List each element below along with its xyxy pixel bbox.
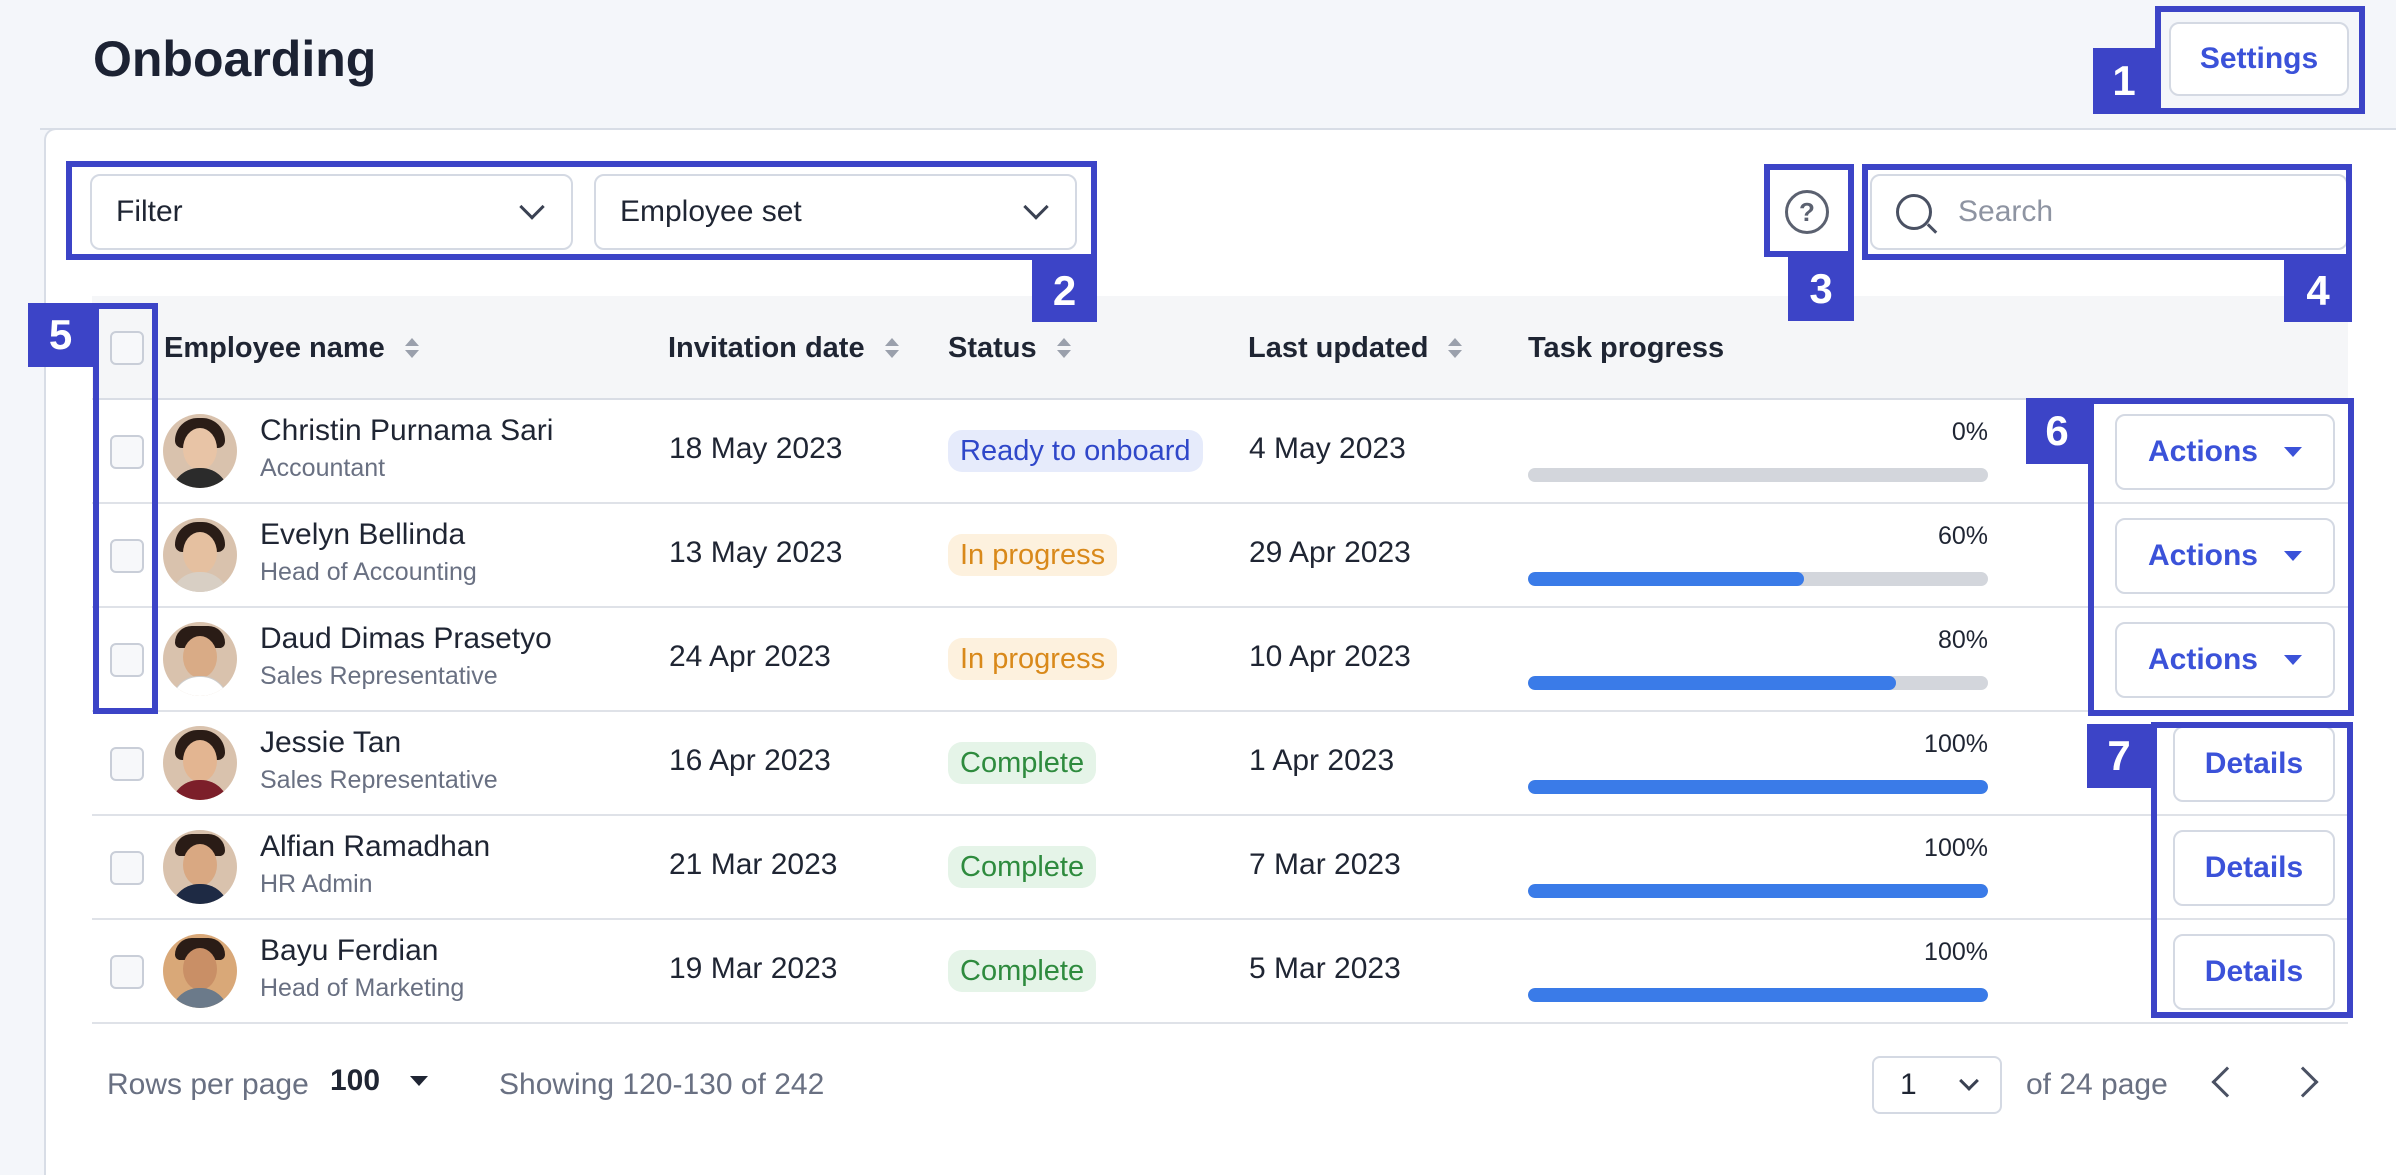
invitation-date: 21 Mar 2023 (669, 848, 838, 881)
progress-bar (1528, 572, 1988, 586)
rows-per-page-label: Rows per page (107, 1068, 309, 1101)
employee-role: Head of Accounting (260, 558, 477, 586)
status-badge: In progress (948, 534, 1118, 576)
annotation-label-6: 6 (2026, 398, 2088, 464)
row-checkbox[interactable] (110, 747, 144, 781)
annotation-box-6 (2088, 398, 2354, 716)
employee-role: Sales Representative (260, 662, 498, 690)
annotation-label-1: 1 (2093, 48, 2155, 114)
table-row: Jessie Tan Sales Representative 16 Apr 2… (92, 712, 2348, 816)
row-checkbox[interactable] (110, 851, 144, 885)
status-badge: In progress (948, 638, 1118, 680)
table-row: Alfian Ramadhan HR Admin 21 Mar 2023 Com… (92, 816, 2348, 920)
annotation-label-2: 2 (1032, 260, 1097, 322)
annotation-label-7: 7 (2087, 724, 2151, 788)
status-badge: Complete (948, 742, 1097, 784)
status-badge: Complete (948, 950, 1097, 992)
sort-icon[interactable] (1056, 338, 1071, 358)
avatar (163, 518, 237, 592)
employee-role: Sales Representative (260, 766, 498, 794)
last-updated: 29 Apr 2023 (1249, 536, 1411, 569)
page-count: of 24 page (2026, 1068, 2168, 1101)
employee-name[interactable]: Daud Dimas Prasetyo (260, 622, 552, 656)
invitation-date: 18 May 2023 (669, 432, 843, 465)
chevron-down-icon (1959, 1071, 1979, 1091)
avatar (163, 414, 237, 488)
page-select[interactable]: 1 (1872, 1056, 2002, 1114)
annotation-label-3: 3 (1788, 257, 1854, 321)
annotation-box-2 (66, 161, 1097, 260)
avatar (163, 726, 237, 800)
avatar (163, 622, 237, 696)
last-updated: 10 Apr 2023 (1249, 640, 1411, 673)
employee-role: Head of Marketing (260, 974, 465, 1002)
progress-percent: 60% (1937, 522, 1988, 550)
annotation-box-4 (1862, 164, 2352, 260)
employee-name[interactable]: Christin Purnama Sari (260, 414, 553, 448)
table-row: Christin Purnama Sari Accountant 18 May … (92, 400, 2348, 504)
progress-percent: 100% (1924, 938, 1988, 966)
rows-per-page-value: 100 (330, 1064, 381, 1097)
annotation-box-3 (1764, 164, 1854, 257)
annotation-box-7 (2151, 722, 2353, 1018)
column-last-updated[interactable]: Last updated (1248, 296, 1463, 400)
employee-role: HR Admin (260, 870, 373, 898)
caret-down-icon (410, 1076, 429, 1086)
status-badge: Ready to onboard (948, 430, 1203, 472)
progress-percent: 100% (1924, 834, 1988, 862)
invitation-date: 16 Apr 2023 (669, 744, 831, 777)
table-header: Employee name Invitation date Status Las… (92, 296, 2348, 400)
last-updated: 5 Mar 2023 (1249, 952, 1401, 985)
row-checkbox[interactable] (110, 955, 144, 989)
invitation-date: 19 Mar 2023 (669, 952, 838, 985)
employee-name[interactable]: Bayu Ferdian (260, 934, 438, 968)
progress-bar (1528, 780, 1988, 794)
avatar (163, 830, 237, 904)
last-updated: 7 Mar 2023 (1249, 848, 1401, 881)
progress-bar (1528, 468, 1988, 482)
column-task-progress: Task progress (1528, 331, 1725, 364)
employee-role: Accountant (260, 454, 386, 482)
progress-bar (1528, 988, 1988, 1002)
showing-count: Showing 120-130 of 242 (499, 1068, 825, 1101)
progress-percent: 0% (1951, 418, 1988, 446)
annotation-box-1 (2155, 6, 2365, 114)
employee-name[interactable]: Alfian Ramadhan (260, 830, 490, 864)
column-employee-name[interactable]: Employee name (164, 296, 419, 400)
sort-icon[interactable] (404, 338, 419, 358)
invitation-date: 13 May 2023 (669, 536, 843, 569)
table-row: Evelyn Bellinda Head of Accounting 13 Ma… (92, 504, 2348, 608)
table-row: Daud Dimas Prasetyo Sales Representative… (92, 608, 2348, 712)
page-value: 1 (1900, 1068, 1917, 1101)
employee-name[interactable]: Evelyn Bellinda (260, 518, 465, 552)
sort-icon[interactable] (1448, 338, 1463, 358)
invitation-date: 24 Apr 2023 (669, 640, 831, 673)
rows-per-page-select[interactable]: 100 (330, 1064, 429, 1098)
progress-bar (1528, 676, 1988, 690)
last-updated: 1 Apr 2023 (1249, 744, 1395, 777)
annotation-label-5: 5 (28, 303, 93, 367)
status-badge: Complete (948, 846, 1097, 888)
sort-icon[interactable] (884, 338, 899, 358)
last-updated: 4 May 2023 (1249, 432, 1406, 465)
annotation-box-5 (93, 303, 158, 714)
page-title: Onboarding (93, 31, 377, 87)
header-bar (40, 0, 2396, 130)
avatar (163, 934, 237, 1008)
annotation-label-4: 4 (2284, 260, 2352, 322)
table-row: Bayu Ferdian Head of Marketing 19 Mar 20… (92, 920, 2348, 1024)
employee-name[interactable]: Jessie Tan (260, 726, 401, 760)
progress-bar (1528, 884, 1988, 898)
progress-percent: 100% (1924, 730, 1988, 758)
column-invitation-date[interactable]: Invitation date (668, 296, 899, 400)
progress-percent: 80% (1937, 626, 1988, 654)
